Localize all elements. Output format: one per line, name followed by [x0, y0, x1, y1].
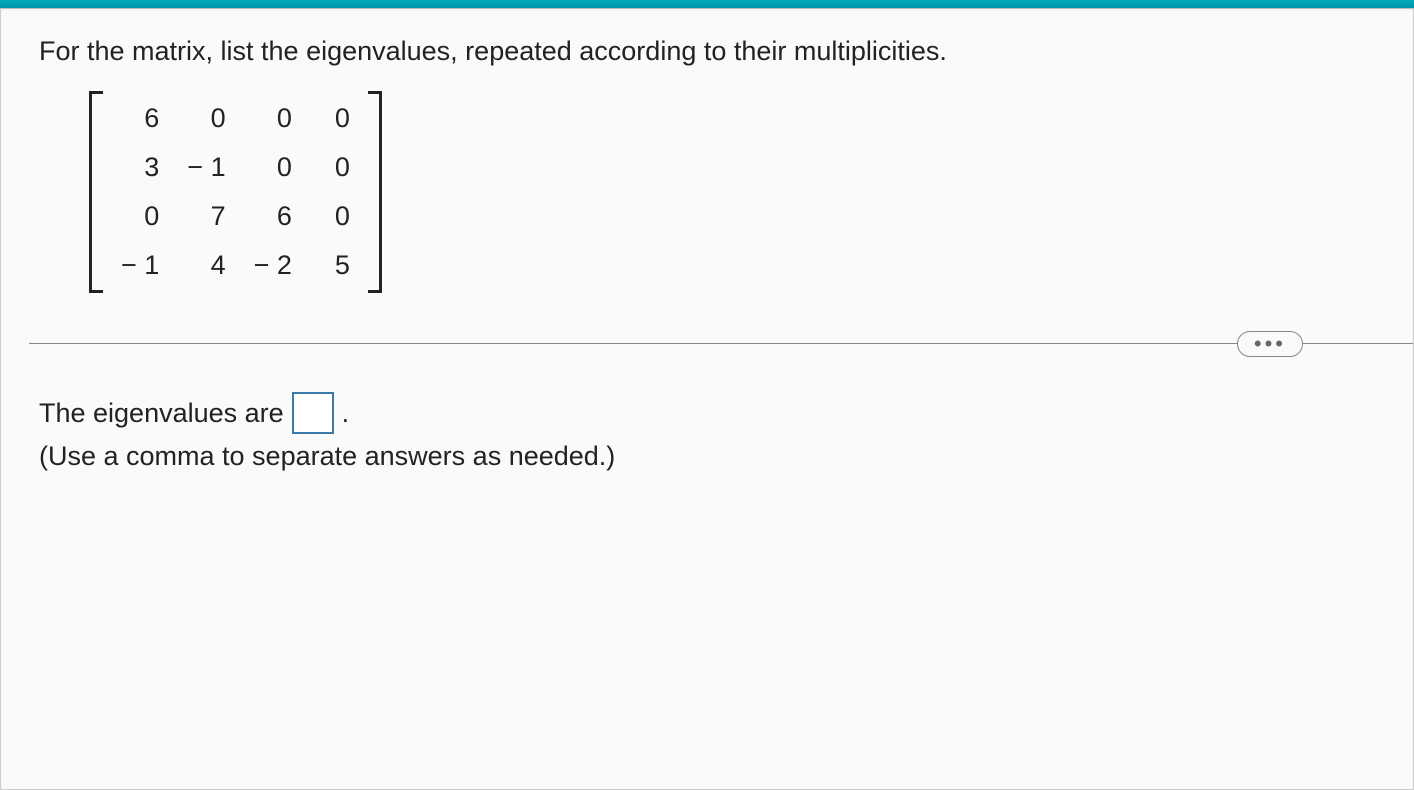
matrix-cell: − 2: [254, 250, 292, 281]
matrix-cell: 4: [187, 250, 225, 281]
answer-sentence: The eigenvalues are .: [39, 392, 1375, 435]
question-area: For the matrix, list the eigenvalues, re…: [1, 9, 1413, 343]
more-options-button[interactable]: •••: [1237, 331, 1303, 357]
matrix-cell: 6: [254, 201, 292, 232]
eigenvalues-input[interactable]: [292, 392, 334, 434]
matrix-cell: 0: [187, 103, 225, 134]
answer-prefix: The eigenvalues are: [39, 392, 284, 435]
answer-suffix: .: [342, 392, 350, 435]
top-accent-bar: [0, 0, 1414, 8]
divider-line: [29, 343, 1385, 344]
matrix-cell: 0: [121, 201, 159, 232]
divider-line-right: [1313, 343, 1413, 344]
matrix-cell: − 1: [187, 152, 225, 183]
matrix-cell: 0: [320, 152, 350, 183]
matrix-cell: − 1: [121, 250, 159, 281]
matrix-cell: 0: [320, 201, 350, 232]
answer-area: The eigenvalues are . (Use a comma to se…: [1, 344, 1413, 492]
matrix-right-bracket: [368, 91, 382, 293]
matrix-cell: 0: [254, 152, 292, 183]
matrix-cell: 0: [320, 103, 350, 134]
matrix-cell: 7: [187, 201, 225, 232]
matrix-cell: 0: [254, 103, 292, 134]
question-panel: For the matrix, list the eigenvalues, re…: [0, 8, 1414, 790]
matrix-display: 6 0 0 0 3 − 1 0 0 0 7 6 0 − 1 4 − 2 5: [89, 91, 1375, 293]
matrix-cell: 5: [320, 250, 350, 281]
matrix-grid: 6 0 0 0 3 − 1 0 0 0 7 6 0 − 1 4 − 2 5: [103, 91, 368, 293]
matrix-left-bracket: [89, 91, 103, 293]
matrix-cell: 6: [121, 103, 159, 134]
matrix-cell: 3: [121, 152, 159, 183]
question-prompt: For the matrix, list the eigenvalues, re…: [39, 33, 1375, 71]
section-divider: •••: [1, 343, 1413, 344]
answer-hint: (Use a comma to separate answers as need…: [39, 441, 1375, 472]
